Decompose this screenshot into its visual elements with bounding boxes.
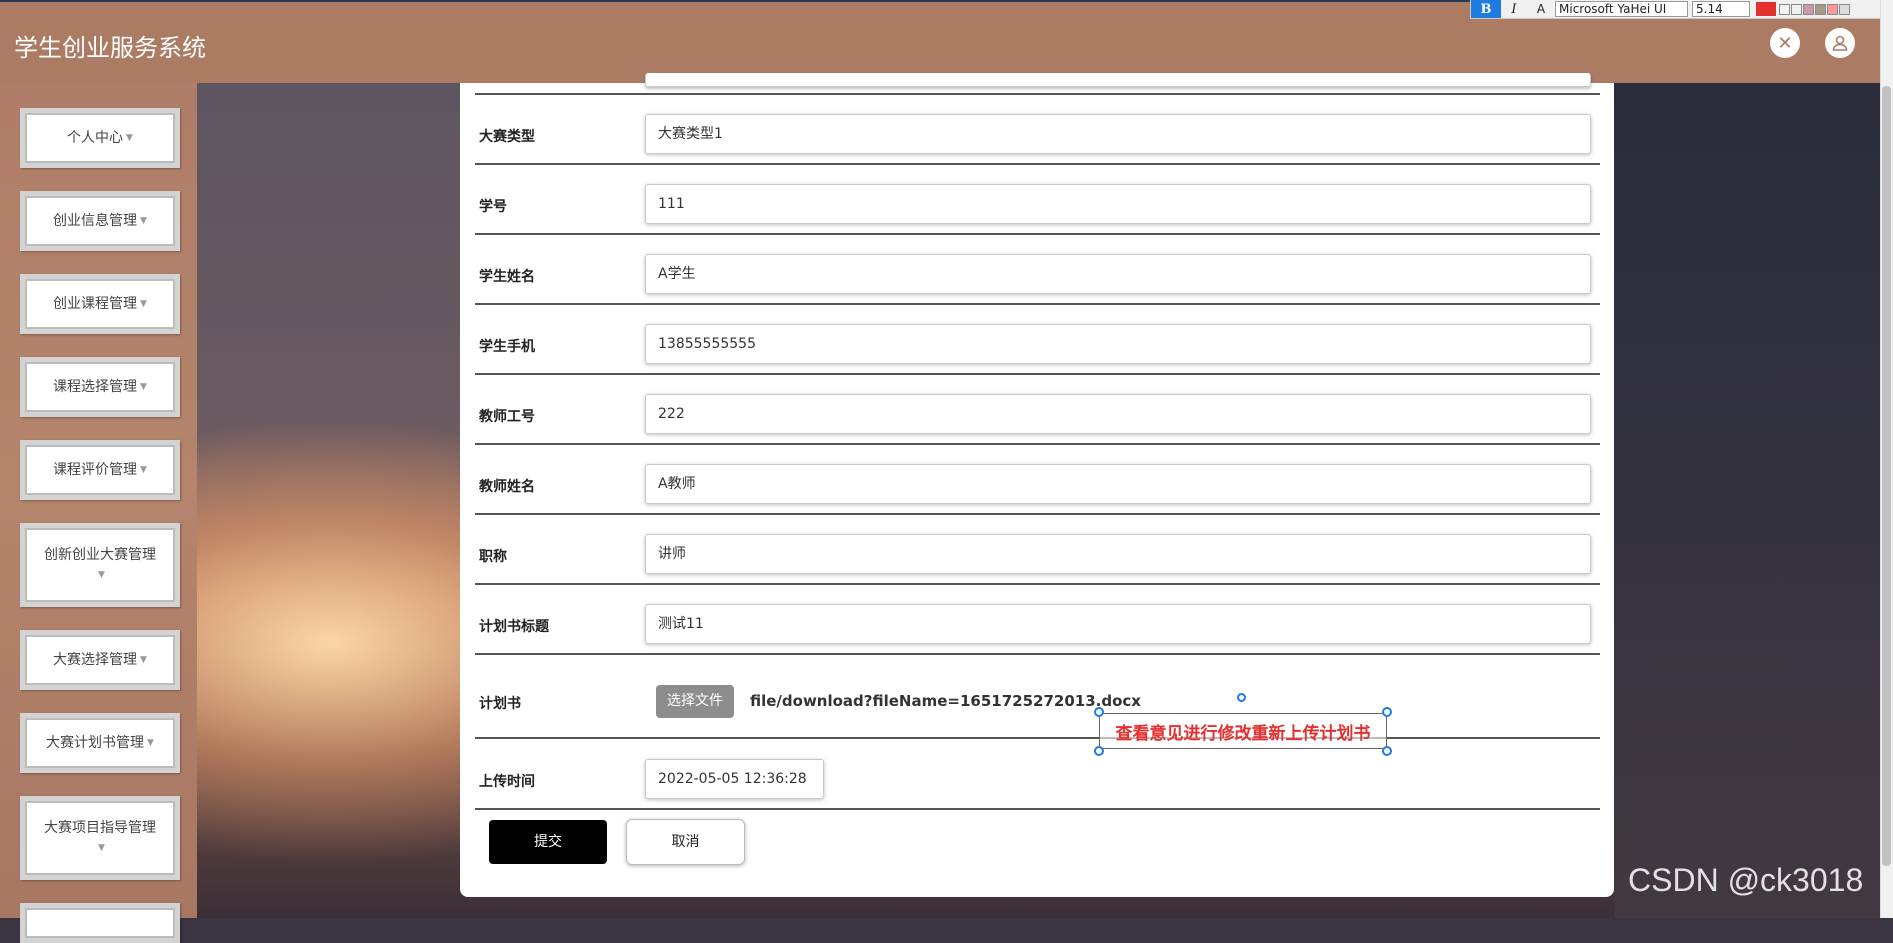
- sidebar-item-competition-selection[interactable]: 大赛选择管理 ▼: [20, 630, 180, 690]
- font-family-select[interactable]: Microsoft YaHei UI: [1555, 1, 1688, 17]
- fullscreen-exit-icon[interactable]: ✕: [1770, 28, 1800, 58]
- field-clipped[interactable]: [645, 73, 1591, 87]
- resize-handle[interactable]: [1094, 746, 1104, 756]
- file-link[interactable]: file/download?fileName=1651725272013.doc…: [750, 692, 1141, 710]
- row-divider: [475, 303, 1600, 305]
- sidebar-item-startup-info[interactable]: 创业信息管理 ▼: [20, 191, 180, 251]
- sidebar-item-more[interactable]: [20, 903, 180, 943]
- chevron-down-icon: ▼: [98, 570, 105, 580]
- field-label: 教师工号: [479, 409, 535, 425]
- color-swatch[interactable]: [1803, 3, 1814, 15]
- color-swatch[interactable]: [1827, 3, 1838, 15]
- student-phone-field[interactable]: 13855555555: [645, 324, 1591, 364]
- row-divider: [475, 808, 1600, 810]
- row-divider: [475, 163, 1600, 165]
- resize-handle[interactable]: [1382, 746, 1392, 756]
- chevron-down-icon: ▼: [140, 216, 147, 226]
- row-divider: [475, 583, 1600, 585]
- choose-file-button[interactable]: 选择文件: [656, 685, 734, 718]
- field-label: 大赛类型: [479, 129, 535, 145]
- sidebar-item-label: 课程评价管理: [53, 462, 138, 478]
- field-label: 计划书: [479, 696, 521, 712]
- plan-title-field[interactable]: 测试11: [645, 604, 1591, 644]
- sidebar-item-label: 创业信息管理: [53, 213, 138, 229]
- sidebar-item-course-evaluation[interactable]: 课程评价管理 ▼: [20, 440, 180, 500]
- color-swatch[interactable]: [1839, 3, 1850, 15]
- row-divider: [475, 93, 1600, 95]
- annotation-textbox[interactable]: 查看意见进行修改重新上传计划书: [1099, 713, 1387, 749]
- title-rank-field[interactable]: 讲师: [645, 534, 1591, 574]
- teacher-name-field[interactable]: A教师: [645, 464, 1591, 504]
- chevron-down-icon: ▼: [140, 299, 147, 309]
- resize-handle[interactable]: [1094, 707, 1104, 717]
- chevron-down-icon: ▼: [140, 382, 147, 392]
- form-panel: 大赛类型 大赛类型1 学号 111 学生姓名 A学生 学生手机 13855555…: [460, 73, 1614, 897]
- sidebar: 个人中心 ▼ 创业信息管理 ▼ 创业课程管理 ▼ 课程选择管理 ▼ 课程评价管理 ▼ 创新…: [0, 83, 197, 943]
- field-label: 计划书标题: [479, 619, 549, 635]
- chevron-down-icon: ▼: [140, 465, 147, 475]
- row-divider: [475, 373, 1600, 375]
- teacher-id-field[interactable]: 222: [645, 394, 1591, 434]
- bold-button[interactable]: B: [1471, 0, 1501, 18]
- field-label: 学号: [479, 199, 507, 215]
- scrollbar-thumb[interactable]: [1882, 86, 1891, 866]
- page-background-right: [1614, 83, 1880, 918]
- sidebar-item-label: 大赛项目指导管理: [44, 820, 156, 836]
- cancel-button[interactable]: 取消: [626, 819, 745, 865]
- sidebar-item-label: 大赛计划书管理: [46, 735, 145, 751]
- sidebar-item-label: 大赛选择管理: [53, 652, 138, 668]
- app-title: 学生创业服务系统: [14, 34, 206, 62]
- sidebar-item-label: 课程选择管理: [53, 379, 138, 395]
- chevron-down-icon: ▼: [147, 738, 154, 748]
- watermark: CSDN @ck3018: [1628, 862, 1864, 898]
- upload-time-field[interactable]: 2022-05-05 12:36:28: [645, 759, 824, 799]
- font-size-select[interactable]: 5.14: [1692, 1, 1750, 17]
- user-icon[interactable]: [1825, 28, 1855, 58]
- field-label: 上传时间: [479, 774, 535, 790]
- clear-format-button[interactable]: A: [1527, 2, 1555, 16]
- student-name-field[interactable]: A学生: [645, 254, 1591, 294]
- sidebar-item-label: 创业课程管理: [53, 296, 138, 312]
- row-divider: [475, 653, 1600, 655]
- resize-handle[interactable]: [1382, 707, 1392, 717]
- color-swatch[interactable]: [1815, 3, 1826, 15]
- field-label: 学生手机: [479, 339, 535, 355]
- chevron-down-icon: ▼: [98, 843, 105, 853]
- student-id-field[interactable]: 111: [645, 184, 1591, 224]
- sidebar-item-startup-course[interactable]: 创业课程管理 ▼: [20, 274, 180, 334]
- sidebar-item-personal-center[interactable]: 个人中心 ▼: [20, 108, 180, 168]
- sidebar-item-label: 个人中心: [67, 130, 124, 146]
- rotate-handle[interactable]: [1237, 693, 1246, 702]
- sidebar-item-project-guidance[interactable]: 大赛项目指导管理 ▼: [20, 796, 180, 880]
- competition-type-field[interactable]: 大赛类型1: [645, 114, 1591, 154]
- italic-button[interactable]: I: [1501, 2, 1527, 17]
- sidebar-item-label: 创新创业大赛管理: [44, 547, 156, 563]
- text-color-swatch[interactable]: [1756, 2, 1776, 16]
- color-swatch[interactable]: [1779, 3, 1790, 15]
- submit-button[interactable]: 提交: [489, 820, 607, 864]
- sidebar-item-competition-plan[interactable]: 大赛计划书管理 ▼: [20, 713, 180, 773]
- chevron-down-icon: ▼: [126, 133, 133, 143]
- field-label: 学生姓名: [479, 269, 535, 285]
- text-editor-toolbar: B I A Microsoft YaHei UI 5.14: [1470, 0, 1893, 19]
- row-divider: [475, 233, 1600, 235]
- field-label: 职称: [479, 549, 507, 565]
- row-divider: [475, 737, 1600, 739]
- row-divider: [475, 443, 1600, 445]
- field-label: 教师姓名: [479, 479, 535, 495]
- row-divider: [475, 513, 1600, 515]
- sidebar-item-competition[interactable]: 创新创业大赛管理 ▼: [20, 523, 180, 607]
- color-swatch[interactable]: [1791, 3, 1802, 15]
- chevron-down-icon: ▼: [140, 655, 147, 665]
- sidebar-item-course-selection[interactable]: 课程选择管理 ▼: [20, 357, 180, 417]
